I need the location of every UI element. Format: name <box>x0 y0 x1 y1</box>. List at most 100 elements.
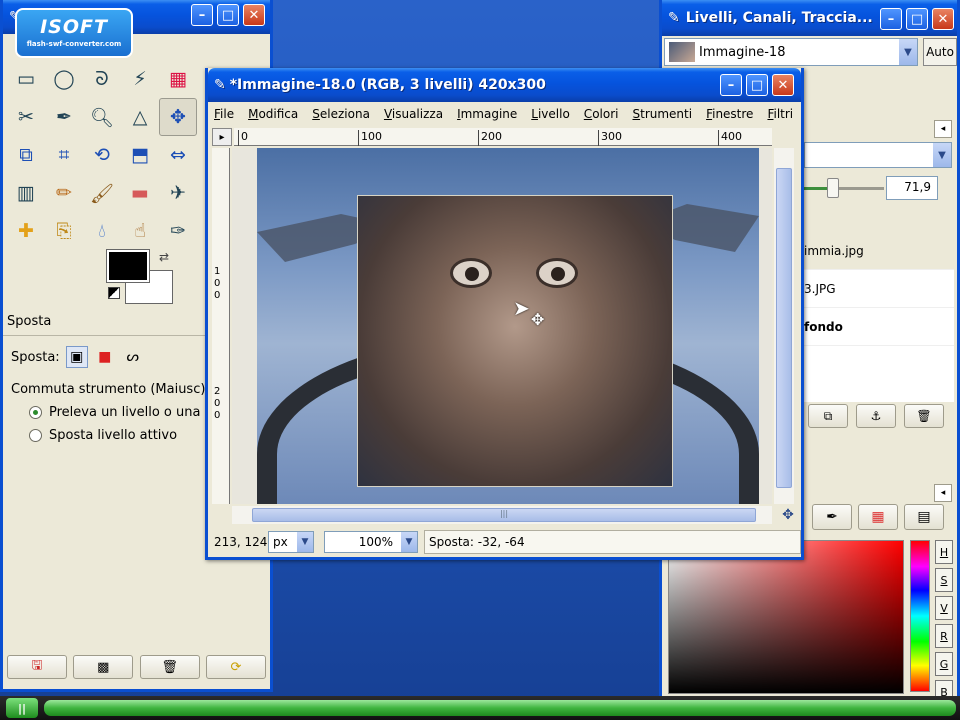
ellipse-select-icon[interactable]: ◯ <box>45 60 83 98</box>
horizontal-scrollbar[interactable]: ||| <box>232 506 772 524</box>
chevron-down-icon[interactable]: ▼ <box>933 143 951 167</box>
magnify-icon[interactable]: 🔍︎ <box>83 98 121 136</box>
minimize-button[interactable]: – <box>720 74 742 96</box>
chevron-down-icon[interactable]: ▼ <box>297 532 313 552</box>
rotate-icon[interactable]: ⟲ <box>83 136 121 174</box>
clone-icon[interactable]: ⎘ <box>45 212 83 250</box>
maximize-button[interactable]: □ <box>217 4 239 26</box>
duplicate-layer-button[interactable]: ⧉ <box>808 404 848 428</box>
menu-modifica[interactable]: Modifica <box>248 107 298 121</box>
delete-options-button[interactable]: 🗑︎ <box>139 655 200 679</box>
foreground-color-swatch[interactable] <box>106 249 150 283</box>
restore-options-button[interactable]: ▩ <box>73 655 134 679</box>
close-button[interactable]: ✕ <box>932 8 954 30</box>
close-button[interactable]: ✕ <box>243 4 265 26</box>
channel-h-button[interactable]: H <box>935 540 953 564</box>
reset-options-button[interactable]: ⟳ <box>205 655 266 679</box>
move-path-icon[interactable]: ᔕ <box>122 346 144 368</box>
channel-r-button[interactable]: R <box>935 624 953 648</box>
move-icon[interactable]: ✥ <box>159 98 197 136</box>
select-by-color-icon[interactable]: ▦ <box>159 60 197 98</box>
menu-seleziona[interactable]: Seleziona <box>312 107 370 121</box>
crop-icon[interactable]: ⌗ <box>45 136 83 174</box>
menu-file[interactable]: File <box>214 107 234 121</box>
layer-item[interactable]: 3.JPG <box>804 270 954 308</box>
palette-button[interactable]: ▦ <box>858 504 898 530</box>
maximize-button[interactable]: □ <box>906 8 928 30</box>
channel-g-button[interactable]: G <box>935 652 953 676</box>
layer-mode-select[interactable]: ▼ <box>804 142 952 168</box>
pause-button[interactable]: || <box>6 698 38 718</box>
menu-colori[interactable]: Colori <box>584 107 619 121</box>
panel-menu-icon[interactable]: ◂ <box>934 484 952 502</box>
smudge-icon[interactable]: ☝ <box>121 212 159 250</box>
flip-icon[interactable]: ⇔ <box>159 136 197 174</box>
menu-immagine[interactable]: Immagine <box>457 107 517 121</box>
vertical-ruler[interactable]: 1 0 0 2 0 0 <box>212 148 230 504</box>
opacity-input[interactable]: 71,9 <box>886 176 938 200</box>
unit-select[interactable]: px ▼ <box>268 531 314 553</box>
vertical-scroll-thumb[interactable] <box>776 168 792 488</box>
horizontal-ruler[interactable]: 0 100 200 300 400 <box>234 128 772 146</box>
image-canvas[interactable]: ➤ ✥ <box>232 148 772 504</box>
menu-livello[interactable]: Livello <box>531 107 570 121</box>
fg-bg-colors: ⇄ <box>106 249 173 306</box>
swap-colors-icon[interactable]: ⇄ <box>159 250 169 264</box>
scales-button[interactable]: ▤ <box>904 504 944 530</box>
rect-select-icon[interactable]: ▭ <box>7 60 45 98</box>
opacity-slider-thumb[interactable] <box>827 178 839 198</box>
minimize-button[interactable]: – <box>880 8 902 30</box>
chevron-down-icon[interactable]: ▼ <box>899 39 917 65</box>
paintbrush-icon[interactable]: 🖌︎ <box>83 174 121 212</box>
panel-menu-icon[interactable]: ◂ <box>934 120 952 138</box>
close-button[interactable]: ✕ <box>772 74 794 96</box>
chevron-down-icon[interactable]: ▼ <box>401 532 417 552</box>
color-picker-button[interactable]: ✒ <box>812 504 852 530</box>
progress-bar[interactable] <box>44 700 956 716</box>
navigate-icon[interactable]: ✥ <box>778 506 798 524</box>
ink-icon[interactable]: ✑ <box>159 212 197 250</box>
menu-finestre[interactable]: Finestre <box>706 107 753 121</box>
scissors-icon[interactable]: ✂ <box>7 98 45 136</box>
fuzzy-select-icon[interactable]: ⚡ <box>121 60 159 98</box>
channel-s-button[interactable]: S <box>935 568 953 592</box>
move-layer-icon[interactable]: ▣ <box>65 346 88 368</box>
zoom-select[interactable]: 100% ▼ <box>324 531 418 553</box>
layer-item[interactable]: fondo <box>804 308 954 346</box>
anchor-layer-button[interactable]: ⚓ <box>856 404 896 428</box>
channel-v-button[interactable]: V <box>935 596 953 620</box>
color-square[interactable] <box>668 540 904 694</box>
radio-move-active-icon[interactable] <box>29 429 42 442</box>
image-window-titlebar[interactable]: ✎ *Immagine-18.0 (RGB, 3 livelli) 420x30… <box>208 68 801 102</box>
blur-icon[interactable]: 💧︎ <box>83 212 121 250</box>
scale-icon[interactable]: ⬒ <box>121 136 159 174</box>
heal-icon[interactable]: ✚ <box>7 212 45 250</box>
minimize-button[interactable]: – <box>191 4 213 26</box>
eraser-icon[interactable]: ▬ <box>121 174 159 212</box>
layer-item[interactable]: immia.jpg <box>804 232 954 270</box>
airbrush-icon[interactable]: ✈ <box>159 174 197 212</box>
delete-layer-button[interactable]: 🗑︎ <box>904 404 944 428</box>
blend-icon[interactable]: ▥ <box>7 174 45 212</box>
align-icon[interactable]: ⧉ <box>7 136 45 174</box>
auto-button[interactable]: Auto <box>923 38 957 66</box>
horizontal-scroll-thumb[interactable]: ||| <box>252 508 756 522</box>
monkey-layer[interactable]: ➤ ✥ <box>357 195 673 487</box>
image-menu-icon[interactable]: ▸ <box>212 128 232 146</box>
color-picker-icon[interactable]: ✒ <box>45 98 83 136</box>
menu-visualizza[interactable]: Visualizza <box>384 107 443 121</box>
maximize-button[interactable]: □ <box>746 74 768 96</box>
move-selection-icon[interactable]: ■ <box>94 346 116 368</box>
lasso-icon[interactable]: ᘐ <box>83 60 121 98</box>
radio-pick-layer-icon[interactable] <box>29 406 42 419</box>
hue-strip[interactable] <box>910 540 930 692</box>
default-colors-icon[interactable] <box>108 287 120 299</box>
vertical-scrollbar[interactable] <box>774 148 794 504</box>
image-selector[interactable]: Immagine-18 ▼ <box>664 38 918 66</box>
pencil-icon[interactable]: ✏ <box>45 174 83 212</box>
measure-icon[interactable]: △ <box>121 98 159 136</box>
menu-filtri[interactable]: Filtri <box>767 107 793 121</box>
ruler-label: 0 <box>214 410 221 421</box>
menu-strumenti[interactable]: Strumenti <box>632 107 692 121</box>
save-options-button[interactable]: 🖫︎ <box>7 655 67 679</box>
